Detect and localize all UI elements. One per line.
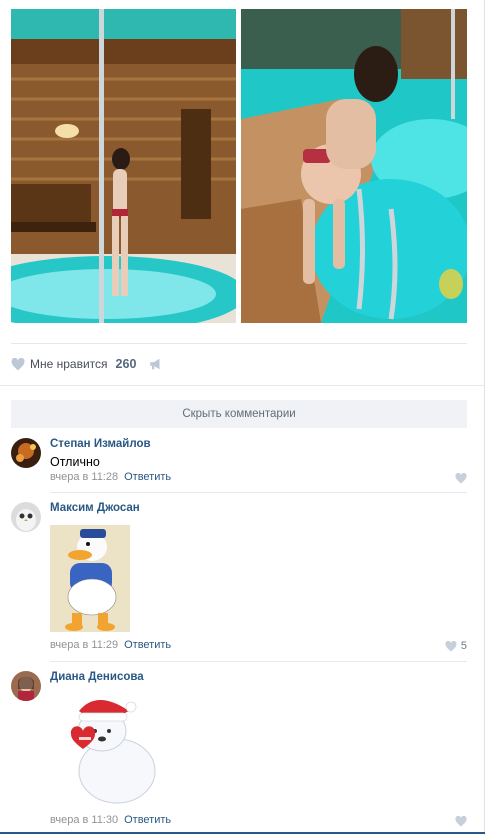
- donald-duck-sticker[interactable]: [50, 525, 130, 632]
- hide-comments-button[interactable]: Скрыть комментарии: [11, 400, 467, 428]
- post-photo-1[interactable]: [11, 9, 236, 323]
- comment-meta: вчера в 11:30 Ответить: [50, 814, 171, 826]
- heart-icon: [445, 640, 457, 651]
- comment-time[interactable]: вчера в 11:29: [50, 639, 118, 651]
- post-photo-2[interactable]: [241, 9, 467, 323]
- avatar[interactable]: [11, 502, 41, 532]
- avatar[interactable]: [11, 438, 41, 468]
- comment-author[interactable]: Максим Джосан: [50, 502, 140, 514]
- comment-like-button[interactable]: 5: [445, 640, 467, 652]
- comment-like-button[interactable]: [455, 816, 467, 827]
- like-bar[interactable]: Мне нравится 260: [11, 355, 163, 373]
- post-container: Мне нравится 260 Скрыть комментарии Степ…: [0, 0, 485, 835]
- heart-icon: [455, 816, 467, 827]
- comment-meta: вчера в 11:29 Ответить: [50, 639, 171, 651]
- avatar[interactable]: [11, 671, 41, 701]
- bottom-border: [0, 832, 485, 834]
- divider: [50, 661, 467, 662]
- comment-text: Отлично: [50, 455, 100, 469]
- comment-author[interactable]: Степан Измайлов: [50, 438, 151, 450]
- heart-icon[interactable]: [11, 357, 25, 371]
- photo-grid: [11, 9, 467, 323]
- divider: [50, 492, 467, 493]
- divider: [11, 343, 467, 344]
- like-count: 260: [115, 357, 137, 371]
- comment-item: Максим Джосан вчера в 11:29 Ответить 5: [11, 502, 467, 660]
- comment-time[interactable]: вчера в 11:30: [50, 814, 118, 826]
- comment-item: Диана Денисова вчера в 11:30 Ответить: [11, 671, 467, 831]
- divider: [0, 385, 485, 386]
- reply-link[interactable]: Ответить: [124, 639, 171, 651]
- reply-link[interactable]: Ответить: [124, 471, 171, 483]
- comment-like-button[interactable]: [455, 473, 467, 484]
- reply-link[interactable]: Ответить: [124, 814, 171, 826]
- share-icon[interactable]: [149, 358, 163, 370]
- comment-meta: вчера в 11:28 Ответить: [50, 471, 171, 483]
- comment-author[interactable]: Диана Денисова: [50, 671, 144, 683]
- heart-icon: [455, 473, 467, 484]
- comment-like-count: 5: [460, 640, 467, 652]
- like-label: Мне нравится: [30, 357, 108, 371]
- polar-bear-sticker[interactable]: [57, 689, 167, 807]
- comment-time[interactable]: вчера в 11:28: [50, 471, 118, 483]
- comment-item: Степан Измайлов Отлично вчера в 11:28 Отв…: [11, 438, 467, 492]
